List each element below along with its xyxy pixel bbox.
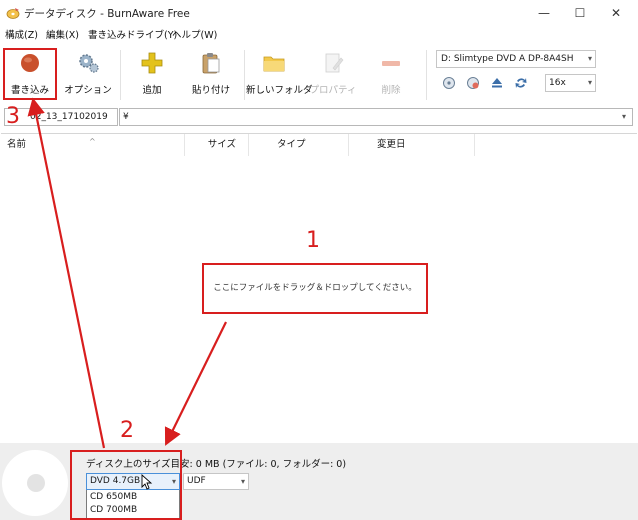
column-size[interactable]: サイズ xyxy=(185,134,249,156)
annotation-box-disc-size xyxy=(70,450,182,520)
column-type-label: タイプ xyxy=(277,139,306,150)
maximize-button[interactable]: ☐ xyxy=(560,0,600,26)
options-label: オプション xyxy=(64,85,112,96)
annotation-number-2: 2 xyxy=(120,418,134,443)
properties-button[interactable]: プロパティ xyxy=(306,46,360,102)
window-title: データディスク - BurnAware Free xyxy=(24,8,190,20)
path-value: ¥ xyxy=(123,112,129,122)
column-name[interactable]: 名前 ^ xyxy=(1,134,185,156)
disc-hole xyxy=(27,474,45,492)
paste-label: 貼り付け xyxy=(191,85,230,96)
column-modified[interactable]: 変更日 xyxy=(349,134,475,156)
address-bar: 02_13_17102019 ¥ ▾ xyxy=(0,106,638,128)
menu-edit[interactable]: 編集(X) xyxy=(46,27,79,41)
delete-button[interactable]: 削除 xyxy=(364,46,418,102)
minimize-button[interactable]: — xyxy=(524,0,564,26)
gears-icon xyxy=(79,54,99,73)
disc-label-field[interactable]: 02_13_17102019 xyxy=(4,108,118,126)
options-button[interactable]: オプション xyxy=(62,46,114,102)
disc-label-value: 02_13_17102019 xyxy=(30,112,108,122)
annotation-box-drop-area xyxy=(202,263,428,314)
chevron-down-icon: ▾ xyxy=(587,54,592,63)
speed-select[interactable]: 16x ▾ xyxy=(545,74,596,92)
filesystem-value: UDF xyxy=(187,476,206,486)
chevron-down-icon: ▾ xyxy=(587,78,592,87)
close-button[interactable]: ✕ xyxy=(596,0,636,26)
burn-disc-icon xyxy=(6,8,20,19)
refresh-icon[interactable] xyxy=(514,76,528,90)
chevron-down-icon: ▾ xyxy=(621,112,626,121)
folder-icon xyxy=(263,56,285,72)
new-folder-label: 新しいフォルダ xyxy=(246,85,313,96)
minus-icon xyxy=(382,61,400,66)
menu-bar: 構成(Z) 編集(X) 書き込みドライブ(Y) ヘルプ(W) xyxy=(0,26,638,42)
chevron-down-icon: ▾ xyxy=(240,477,245,486)
disc-info-icon[interactable] xyxy=(442,76,456,90)
sort-up-icon: ^ xyxy=(89,137,96,146)
new-folder-button[interactable]: 新しいフォルダ xyxy=(246,46,313,102)
eject-icon[interactable] xyxy=(490,76,504,90)
erase-disc-icon[interactable] xyxy=(466,76,480,90)
annotation-box-burn xyxy=(3,48,57,100)
delete-label: 削除 xyxy=(381,85,401,96)
toolbar-separator xyxy=(120,50,121,100)
annotation-number-3: 3 xyxy=(6,104,20,129)
menu-help[interactable]: ヘルプ(W) xyxy=(172,27,217,41)
column-name-label: 名前 xyxy=(7,139,27,150)
menu-configure[interactable]: 構成(Z) xyxy=(5,27,38,41)
properties-label: プロパティ xyxy=(309,85,357,96)
speed-value: 16x xyxy=(549,78,566,88)
paste-button[interactable]: 貼り付け xyxy=(184,46,238,102)
toolbar-separator xyxy=(426,50,427,100)
column-type[interactable]: タイプ xyxy=(249,134,349,156)
column-modified-label: 変更日 xyxy=(377,139,406,150)
column-size-label: サイズ xyxy=(207,139,236,150)
menu-burn-drive[interactable]: 書き込みドライブ(Y) xyxy=(88,27,177,41)
drive-select[interactable]: D: Slimtype DVD A DP-8A4SH ▾ xyxy=(436,50,596,68)
filesystem-select[interactable]: UDF ▾ xyxy=(183,473,249,490)
drive-value: D: Slimtype DVD A DP-8A4SH xyxy=(441,54,574,64)
plus-icon xyxy=(141,52,163,74)
title-bar: データディスク - BurnAware Free — ☐ ✕ xyxy=(0,0,638,26)
add-label: 追加 xyxy=(142,85,162,96)
add-button[interactable]: 追加 xyxy=(126,46,178,102)
document-pencil-icon xyxy=(325,53,344,73)
clipboard-icon xyxy=(202,53,220,74)
toolbar-separator xyxy=(244,50,245,100)
annotation-number-1: 1 xyxy=(306,228,320,253)
path-field[interactable]: ¥ ▾ xyxy=(119,108,633,126)
